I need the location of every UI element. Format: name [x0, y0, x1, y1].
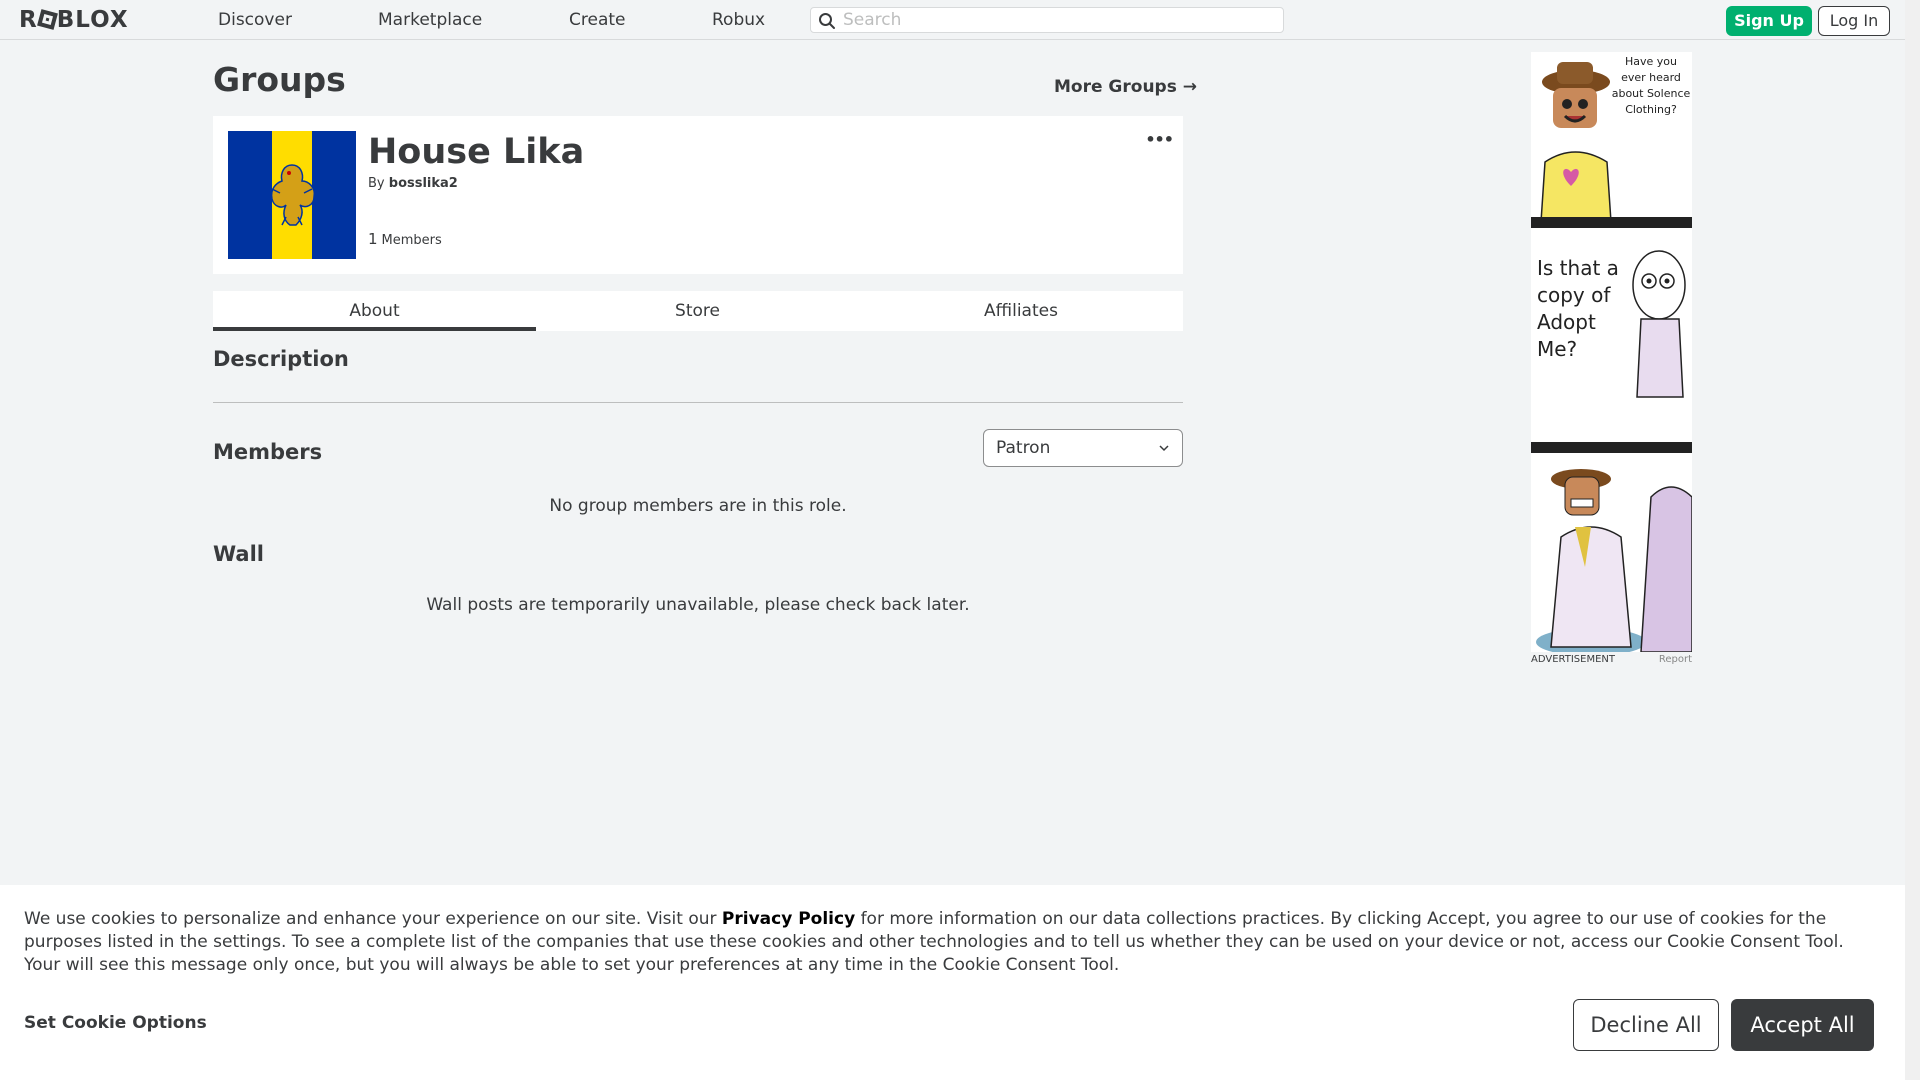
roblox-logo[interactable]: R BLOX	[19, 7, 129, 33]
chevron-down-icon	[1159, 445, 1169, 452]
search-box	[810, 7, 1284, 33]
group-tabs: About Store Affiliates	[213, 291, 1183, 331]
page-title: Groups	[213, 60, 346, 99]
ad-character-worried	[1632, 250, 1686, 398]
decline-all-button[interactable]: Decline All	[1573, 999, 1719, 1051]
log-in-button[interactable]: Log In	[1818, 6, 1890, 36]
cookie-message: We use cookies to personalize and enhanc…	[24, 908, 1884, 977]
group-header-card: House Lika By bosslika2 1 Members •••	[213, 116, 1183, 274]
ad-panel-separator-2	[1531, 442, 1692, 453]
ad-panel2-text: Is that a copy of Adopt Me?	[1537, 256, 1619, 361]
group-emblem	[228, 131, 356, 259]
ad-footer: ADVERTISEMENT Report	[1531, 654, 1692, 665]
role-dropdown[interactable]: Patron	[983, 429, 1183, 467]
accept-all-button[interactable]: Accept All	[1731, 999, 1874, 1051]
member-count-label: Members	[381, 233, 442, 248]
section-divider	[213, 402, 1183, 403]
more-groups-link[interactable]: More Groups →	[1054, 77, 1197, 97]
role-dropdown-value: Patron	[996, 438, 1051, 458]
more-dots-icon[interactable]: •••	[1145, 130, 1174, 149]
ad-label: ADVERTISEMENT	[1531, 654, 1616, 665]
top-navigation-bar: R BLOX Discover Marketplace Create Robux …	[0, 0, 1905, 40]
description-heading: Description	[213, 347, 349, 371]
group-name: House Lika	[368, 132, 585, 172]
cookie-text-before: We use cookies to personalize and enhanc…	[24, 909, 722, 929]
ad-panel-separator	[1531, 217, 1692, 228]
nav-discover[interactable]: Discover	[218, 10, 292, 30]
no-members-message: No group members are in this role.	[549, 496, 847, 516]
member-count: 1 Members	[368, 230, 442, 248]
tab-about[interactable]: About	[213, 291, 536, 331]
advertisement-banner[interactable]: Have you ever heard about Solence Clothi…	[1531, 52, 1692, 652]
members-heading: Members	[213, 440, 323, 464]
privacy-policy-link[interactable]: Privacy Policy	[722, 909, 855, 929]
page-scrollbar[interactable]	[1905, 0, 1920, 1080]
group-owner-line: By bosslika2	[368, 176, 458, 191]
sign-up-button[interactable]: Sign Up	[1726, 6, 1812, 36]
set-cookie-options-link[interactable]: Set Cookie Options	[24, 1013, 207, 1033]
wall-unavailable-message: Wall posts are temporarily unavailable, …	[426, 595, 970, 615]
nav-marketplace[interactable]: Marketplace	[378, 10, 482, 30]
cookie-consent-banner: We use cookies to personalize and enhanc…	[0, 885, 1905, 1080]
owner-link[interactable]: bosslika2	[389, 176, 458, 191]
by-prefix: By	[368, 176, 385, 191]
search-input[interactable]	[843, 9, 1273, 31]
griffin-icon	[270, 164, 316, 226]
member-count-value: 1	[368, 230, 378, 248]
ad-panel1-text: Have you ever heard about Solence Clothi…	[1611, 55, 1691, 116]
nav-robux[interactable]: Robux	[712, 10, 765, 30]
nav-create[interactable]: Create	[569, 10, 626, 30]
tab-store[interactable]: Store	[536, 291, 859, 331]
tab-affiliates[interactable]: Affiliates	[859, 291, 1183, 331]
wall-heading: Wall	[213, 542, 264, 566]
ad-report-link[interactable]: Report	[1659, 654, 1692, 665]
ad-character-group	[1536, 469, 1692, 652]
search-icon[interactable]	[818, 12, 836, 30]
